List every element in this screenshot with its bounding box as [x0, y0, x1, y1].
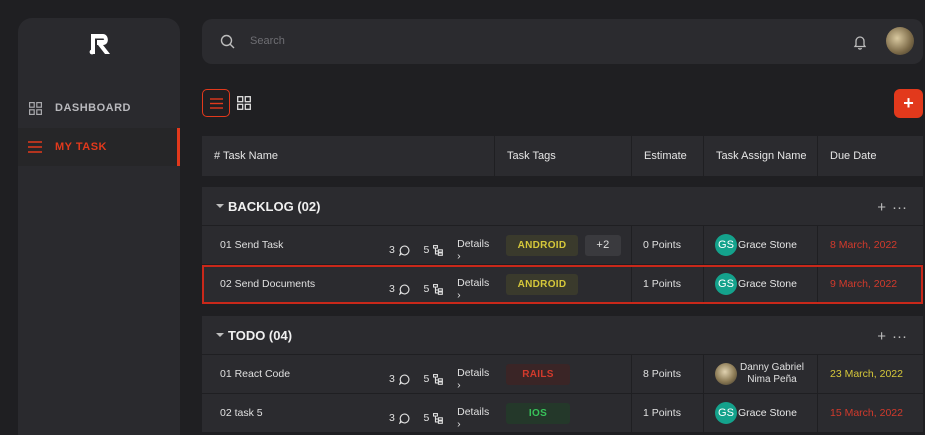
column-header-task-name[interactable]: # Task Name [202, 136, 495, 176]
tags-cell: IOS [495, 394, 632, 432]
task-name-cell: 01 React Code 3 5 Details › [202, 355, 495, 393]
subtask-count: 5 [423, 244, 430, 256]
task-group-todo: TODO (04) + ··· 01 React Code 3 5 Detail… [202, 316, 923, 433]
group-header[interactable]: BACKLOG (02) + ··· [202, 187, 923, 226]
column-header-assign-name[interactable]: Task Assign Name [704, 136, 818, 176]
comment-icon [398, 244, 410, 256]
tag-android[interactable]: ANDROID [506, 234, 578, 256]
grid-view-icon[interactable] [237, 96, 251, 110]
comment-count: 3 [389, 373, 395, 385]
assignee-cell: GS Grace Stone [704, 265, 818, 303]
bell-icon[interactable] [852, 34, 868, 50]
tags-cell: ANDROID +2 [495, 226, 632, 264]
more-icon[interactable]: ··· [892, 199, 907, 216]
table-row[interactable]: 01 Send Task 3 5 Details › ANDROID +2 0 … [202, 226, 923, 265]
estimate-cell: 8 Points [632, 355, 704, 393]
details-link[interactable]: Details › [457, 406, 495, 430]
table-row[interactable]: 02 Send Documents 3 5 Details › ANDROID … [202, 265, 923, 304]
task-name[interactable]: 01 React Code [220, 368, 290, 380]
details-link[interactable]: Details › [457, 238, 495, 262]
column-header-estimate[interactable]: Estimate [632, 136, 704, 176]
sidebar-item-dashboard[interactable]: DASHBOARD [18, 89, 180, 127]
app-logo[interactable] [86, 30, 114, 58]
table-row[interactable]: 02 task 5 3 5 Details › IOS 1 Points GS … [202, 394, 923, 433]
comment-count: 3 [389, 283, 395, 295]
task-name[interactable]: 01 Send Task [220, 239, 283, 251]
grid-icon [28, 101, 42, 115]
assignee-cell: GS Grace Stone [704, 226, 818, 264]
due-date-cell: 8 March, 2022 [830, 239, 898, 251]
search-icon [220, 34, 235, 49]
estimate-cell: 1 Points [632, 265, 704, 303]
task-name[interactable]: 02 Send Documents [220, 278, 315, 290]
due-date-cell: 15 March, 2022 [830, 407, 903, 419]
details-link[interactable]: Details › [457, 367, 495, 391]
tags-cell: ANDROID [495, 265, 632, 303]
due-date-cell: 23 March, 2022 [830, 368, 903, 380]
task-name-cell: 02 task 5 3 5 Details › [202, 394, 495, 432]
sidebar-item-label: DASHBOARD [55, 102, 131, 114]
assignee-name: Grace Stone [738, 278, 797, 290]
more-icon[interactable]: ··· [892, 328, 907, 345]
add-task-button[interactable]: + [894, 89, 923, 118]
tag-android[interactable]: ANDROID [506, 273, 578, 295]
subtask-icon [433, 373, 444, 385]
more-tags-badge[interactable]: +2 [585, 234, 621, 256]
user-avatar[interactable] [886, 27, 914, 55]
sidebar: DASHBOARD MY TASK [18, 18, 180, 435]
assignee-avatar[interactable]: GS [715, 273, 737, 295]
tag-rails[interactable]: RAILS [506, 363, 570, 385]
sidebar-item-my-task[interactable]: MY TASK [18, 128, 180, 166]
tags-cell: RAILS [495, 355, 632, 393]
table-header: # Task Name Task Tags Estimate Task Assi… [202, 136, 923, 176]
top-bar [202, 19, 923, 64]
assignee-name: Nima Peña [747, 374, 797, 385]
task-name-cell: 01 Send Task 3 5 Details › [202, 226, 495, 264]
list-icon [209, 97, 223, 109]
assignee-names: Danny Gabriel Nima Peña [740, 362, 804, 386]
comment-count: 3 [389, 244, 395, 256]
assignee-name: Grace Stone [738, 407, 797, 419]
tag-ios[interactable]: IOS [506, 402, 570, 424]
task-group-backlog: BACKLOG (02) + ··· 01 Send Task 3 5 Deta… [202, 187, 923, 304]
caret-down-icon[interactable] [216, 202, 224, 210]
estimate-cell: 1 Points [632, 394, 704, 432]
subtask-count: 5 [423, 373, 430, 385]
assignee-name: Danny Gabriel [740, 362, 804, 373]
subtask-icon [433, 412, 444, 424]
comment-icon [398, 283, 410, 295]
group-title: TODO (04) [228, 327, 293, 343]
column-header-due-date[interactable]: Due Date [818, 136, 923, 176]
subtask-icon [433, 244, 444, 256]
assignee-cell: Danny Gabriel Nima Peña [704, 355, 818, 393]
table-row[interactable]: 01 React Code 3 5 Details › RAILS 8 Poin… [202, 355, 923, 394]
assignee-avatar[interactable]: GS [715, 234, 737, 256]
task-name-cell: 02 Send Documents 3 5 Details › [202, 265, 495, 303]
comment-icon [398, 412, 410, 424]
assignee-name: Grace Stone [738, 239, 797, 251]
estimate-cell: 0 Points [632, 226, 704, 264]
assignee-avatar[interactable] [715, 363, 737, 385]
column-header-task-tags[interactable]: Task Tags [495, 136, 632, 176]
add-icon[interactable]: + [877, 328, 886, 345]
subtask-count: 5 [423, 412, 430, 424]
details-link[interactable]: Details › [457, 277, 495, 301]
group-header[interactable]: TODO (04) + ··· [202, 316, 923, 355]
list-view-button[interactable] [202, 89, 230, 117]
search-input[interactable] [250, 31, 650, 51]
subtask-icon [433, 283, 444, 295]
assignee-avatar[interactable]: GS [715, 402, 737, 424]
task-name[interactable]: 02 task 5 [220, 407, 263, 419]
sidebar-item-label: MY TASK [55, 141, 107, 153]
group-title: BACKLOG (02) [228, 198, 321, 214]
due-date-cell: 9 March, 2022 [830, 278, 898, 290]
assignee-cell: GS Grace Stone [704, 394, 818, 432]
menu-icon [28, 140, 42, 154]
comment-count: 3 [389, 412, 395, 424]
add-icon[interactable]: + [877, 199, 886, 216]
comment-icon [398, 373, 410, 385]
caret-down-icon[interactable] [216, 331, 224, 339]
subtask-count: 5 [423, 283, 430, 295]
